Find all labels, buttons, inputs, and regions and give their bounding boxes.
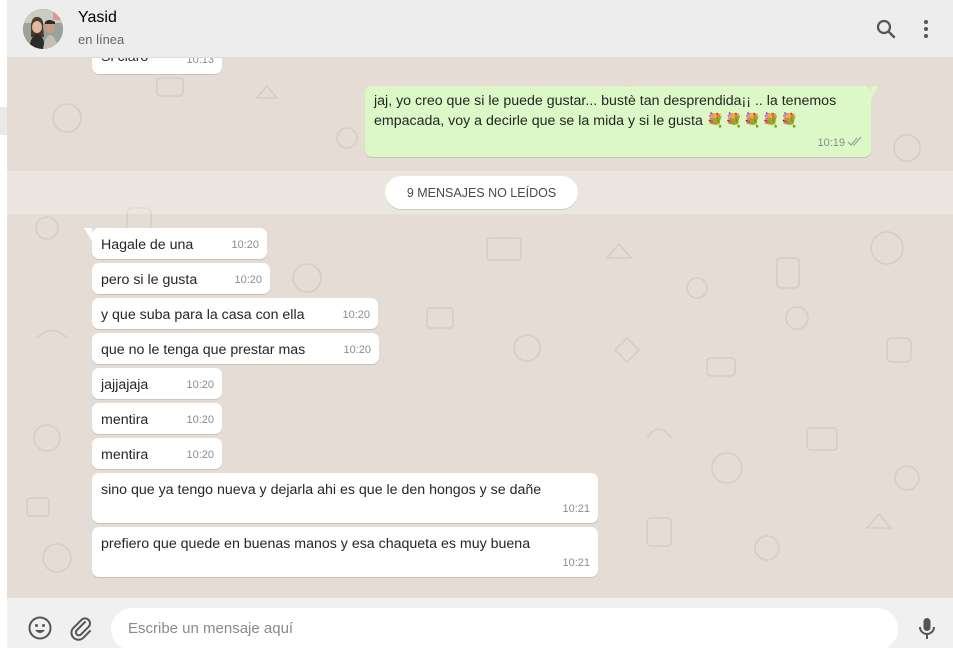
message-input[interactable] <box>128 608 888 648</box>
message-time: 10:20 <box>186 414 214 426</box>
message-bubble-incoming[interactable]: mentira 10:20 <box>92 403 222 434</box>
bubble-tail <box>84 228 92 241</box>
message-text: prefiero que quede en buenas manos y esa… <box>101 536 531 552</box>
message-text: jajjajaja <box>101 377 149 393</box>
message-time: 10:20 <box>342 309 370 321</box>
message-time: 10:21 <box>562 557 590 569</box>
flower-emoji: 💐💐💐💐💐 <box>706 112 799 128</box>
message-time: 10:21 <box>562 503 590 515</box>
message-time: 10:20 <box>343 344 371 356</box>
message-bubble-incoming[interactable]: prefiero que quede en buenas manos y esa… <box>92 527 598 577</box>
message-input-wrapper[interactable] <box>111 608 898 648</box>
microphone-icon[interactable] <box>914 615 940 641</box>
double-check-icon <box>847 134 863 153</box>
left-panel-edge <box>0 0 7 648</box>
message-bubble-incoming[interactable]: pero si le gusta 10:20 <box>92 263 270 294</box>
search-icon[interactable] <box>874 17 898 41</box>
message-time: 10:20 <box>234 274 262 286</box>
message-text: jaj, yo creo que si le puede gustar... b… <box>374 92 854 131</box>
message-bubble-incoming[interactable]: Hagale de una 10:20 <box>92 228 267 259</box>
paperclip-icon[interactable] <box>68 615 94 641</box>
message-time: 10:20 <box>186 379 214 391</box>
message-text: que no le tenga que prestar mas <box>101 342 306 358</box>
contact-status: en línea <box>78 32 125 47</box>
message-bubble-incoming[interactable]: y que suba para la casa con ella 10:20 <box>92 298 378 329</box>
message-time: 10:19 <box>817 137 845 149</box>
message-bubble-outgoing[interactable]: jaj, yo creo que si le puede gustar... b… <box>365 86 871 157</box>
message-bubble-incoming[interactable]: Si claro 10:13 <box>92 58 222 74</box>
contact-name[interactable]: Yasid <box>78 9 117 27</box>
message-text: Si claro <box>101 58 148 67</box>
avatar[interactable] <box>23 9 63 49</box>
message-time: 10:13 <box>186 58 214 66</box>
message-text: y que suba para la casa con ella <box>101 307 305 323</box>
message-time: 10:20 <box>231 239 259 251</box>
bubble-tail <box>871 86 879 99</box>
more-vertical-icon[interactable] <box>914 17 938 41</box>
message-bubble-incoming[interactable]: jajjajaja 10:20 <box>92 368 222 399</box>
message-text: mentira <box>101 412 149 428</box>
message-text: Hagale de una <box>101 237 194 253</box>
message-time: 10:20 <box>186 449 214 461</box>
composer-bar <box>7 598 953 648</box>
message-list[interactable]: Si claro 10:13 jaj, yo creo que si le pu… <box>7 58 953 598</box>
message-text: mentira <box>101 447 149 463</box>
message-bubble-incoming[interactable]: mentira 10:20 <box>92 438 222 469</box>
message-bubble-incoming[interactable]: sino que ya tengo nueva y dejarla ahi es… <box>92 473 598 523</box>
unread-messages-label: 9 MENSAJES NO LEÍDOS <box>385 176 578 209</box>
left-panel-marker <box>0 107 7 135</box>
message-text: sino que ya tengo nueva y dejarla ahi es… <box>101 482 542 498</box>
message-text: pero si le gusta <box>101 272 198 288</box>
chat-header[interactable]: Yasid en línea <box>7 0 953 58</box>
emoji-icon[interactable] <box>27 615 53 641</box>
message-bubble-incoming[interactable]: que no le tenga que prestar mas 10:20 <box>92 333 379 364</box>
